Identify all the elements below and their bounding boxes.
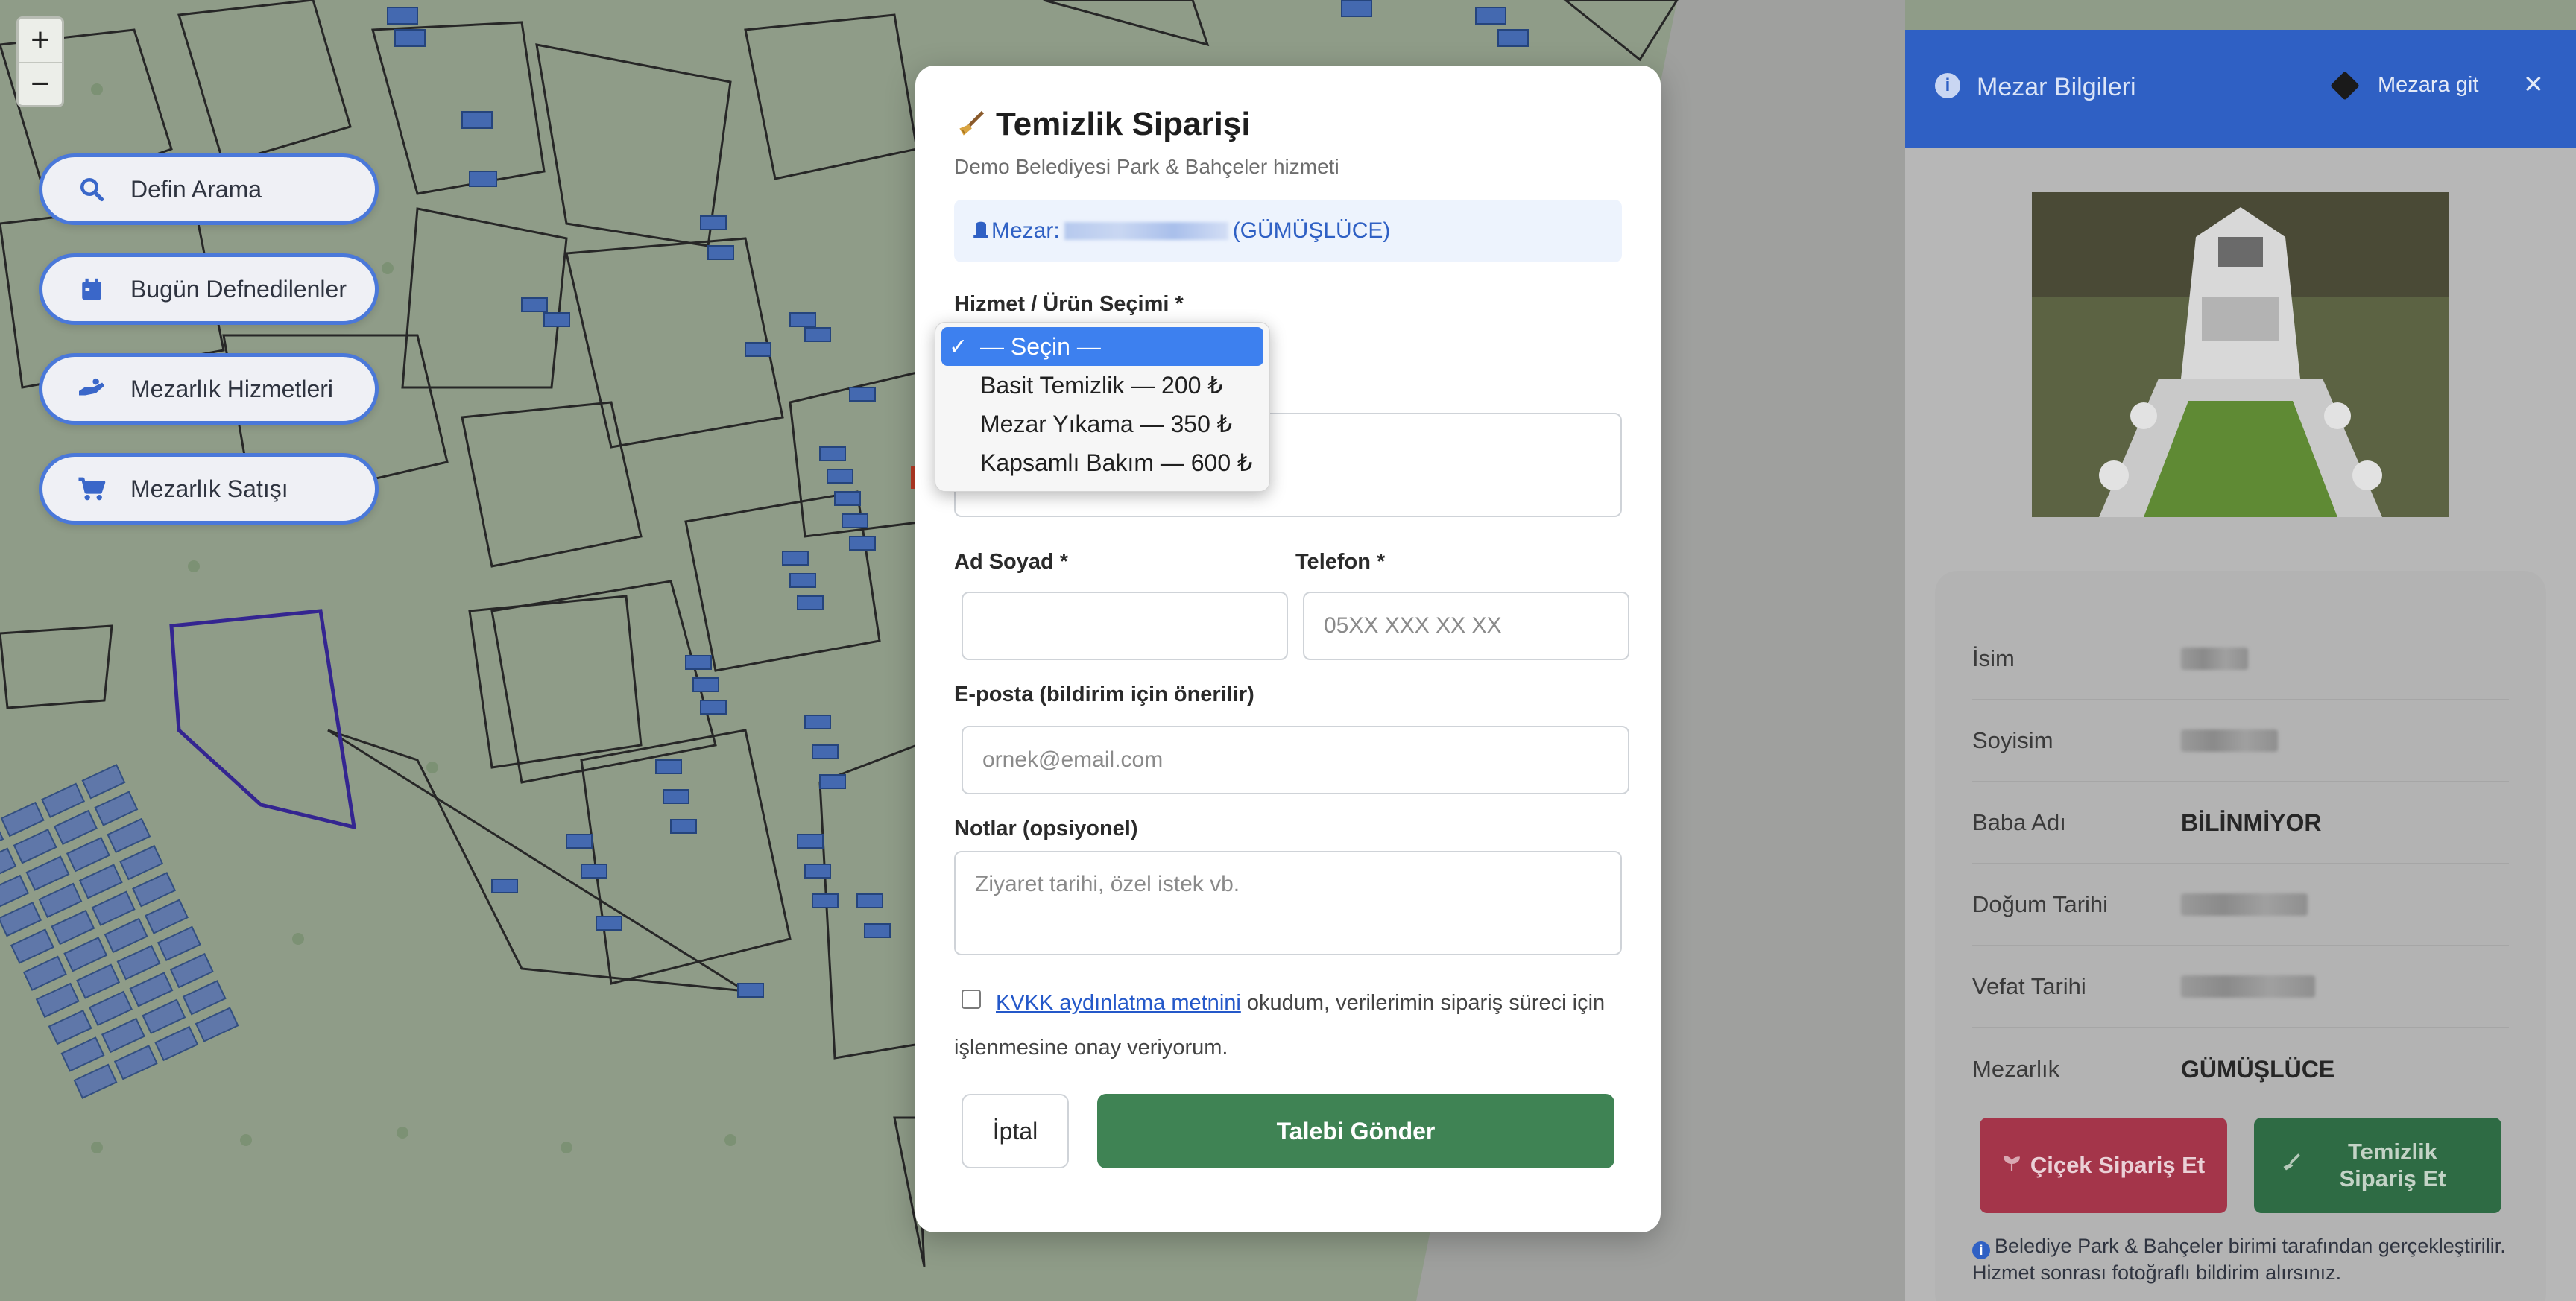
calendar-icon [75, 273, 108, 306]
bugun-defnedilenler-label: Bugün Defnedilenler [130, 275, 347, 303]
dropdown-option-label: Mezar Yıkama — 350 ₺ [980, 411, 1233, 437]
email-input[interactable]: ornek@email.com [962, 726, 1629, 794]
detail-value: GÜMÜŞLÜCE [2181, 1055, 2335, 1083]
panel-header: i Mezar Bilgileri Mezara git × [1905, 30, 2576, 148]
broom-icon [2281, 1152, 2302, 1179]
defin-arama-label: Defin Arama [130, 175, 262, 203]
redacted-grave-name [1064, 222, 1228, 240]
cleaning-order-modal: Temizlik Siparişi Demo Belediyesi Park &… [915, 66, 1661, 1232]
close-icon[interactable]: × [2524, 66, 2543, 103]
go-to-grave-button[interactable]: Mezara git [2330, 70, 2479, 101]
flower-order-button[interactable]: Çiçek Sipariş Et [1980, 1118, 2227, 1213]
zoom-in-button[interactable]: + [19, 19, 62, 62]
mezarlik-hizmetleri-label: Mezarlık Hizmetleri [130, 375, 334, 402]
detail-row-surname: Soyisim [1972, 700, 2509, 782]
notes-label: Notlar (opsiyonel) [954, 817, 1138, 841]
detail-key: Doğum Tarihi [1972, 891, 2109, 917]
cancel-button[interactable]: İptal [962, 1094, 1069, 1168]
hand-service-icon [75, 373, 108, 405]
detail-key: İsim [1972, 645, 2015, 671]
kvkk-link[interactable]: KVKK aydınlatma metnini [996, 991, 1241, 1015]
detail-key: Mezarlık [1972, 1056, 2060, 1082]
dropdown-option-label: Kapsamlı Bakım — 600 ₺ [980, 449, 1253, 476]
kvkk-checkbox[interactable] [962, 990, 981, 1009]
service-note: i Belediye Park & Bahçeler birimi tarafın… [1972, 1232, 2539, 1286]
info-icon: i [1972, 1241, 1990, 1259]
search-icon [75, 173, 108, 206]
panel-title: Mezar Bilgileri [1977, 73, 2136, 101]
mezarlik-satisi-label: Mezarlık Satışı [130, 475, 288, 502]
info-icon: i [1935, 73, 1960, 98]
dropdown-option-full-care[interactable]: Kapsamlı Bakım — 600 ₺ [941, 443, 1263, 482]
bugun-defnedilenler-button[interactable]: Bugün Defnedilenler [39, 253, 379, 325]
detail-value: BİLİNMİYOR [2181, 808, 2322, 836]
grave-photo [2032, 192, 2449, 517]
zoom-out-button[interactable]: − [19, 62, 62, 105]
directions-icon [2330, 70, 2360, 101]
redacted-value [2181, 893, 2308, 916]
detail-row-name: İsim [1972, 618, 2509, 700]
mezarlik-satisi-button[interactable]: Mezarlık Satışı [39, 453, 379, 525]
mezarlik-hizmetleri-button[interactable]: Mezarlık Hizmetleri [39, 353, 379, 425]
grave-info-panel: i Mezar Bilgileri Mezara git × İsim Soyi… [1905, 30, 2576, 1301]
detail-key: Baba Adı [1972, 809, 2066, 835]
modal-title-text: Temizlik Siparişi [996, 106, 1251, 142]
detail-row-cemetery: Mezarlık GÜMÜŞLÜCE [1972, 1028, 2509, 1110]
service-label: Hizmet / Ürün Seçimi * [954, 292, 1184, 316]
redacted-value [2181, 975, 2315, 998]
submit-button[interactable]: Talebi Gönder [1097, 1094, 1614, 1168]
redacted-value [2181, 648, 2248, 670]
detail-key: Soyisim [1972, 727, 2053, 753]
dropdown-option-placeholder[interactable]: ✓ — Seçin — [941, 327, 1263, 366]
check-icon: ✓ [949, 334, 968, 359]
phone-input[interactable]: 05XX XXX XX XX [1303, 592, 1629, 660]
dropdown-option-label: Basit Temizlik — 200 ₺ [980, 372, 1223, 399]
selected-grave-banner: Mezar: (GÜMÜŞLÜCE) [954, 200, 1622, 262]
go-to-grave-label: Mezara git [2378, 73, 2479, 97]
kvkk-consent: KVKK aydınlatma metnini okudum, verileri… [954, 981, 1632, 1070]
name-input[interactable] [962, 592, 1288, 660]
detail-row-death: Vefat Tarihi [1972, 946, 2509, 1028]
service-note-text: Belediye Park & Bahçeler birimi tarafınd… [1972, 1235, 2506, 1284]
flower-order-label: Çiçek Sipariş Et [2030, 1152, 2206, 1178]
email-label: E-posta (bildirim için önerilir) [954, 683, 1254, 706]
dropdown-option-grave-washing[interactable]: Mezar Yıkama — 350 ₺ [941, 405, 1263, 443]
phone-label: Telefon * [1295, 550, 1386, 574]
grave-cemetery: (GÜMÜŞLÜCE) [1232, 218, 1391, 243]
defin-arama-button[interactable]: Defin Arama [39, 153, 379, 225]
notes-textarea[interactable]: Ziyaret tarihi, özel istek vb. [954, 851, 1622, 955]
sprout-icon [2002, 1152, 2021, 1179]
detail-row-father: Baba Adı BİLİNMİYOR [1972, 782, 2509, 864]
service-dropdown-list: ✓ — Seçin — Basit Temizlik — 200 ₺ Mezar… [935, 322, 1270, 492]
name-label: Ad Soyad * [954, 550, 1069, 574]
detail-row-birth: Doğum Tarihi [1972, 864, 2509, 946]
redacted-value [2181, 729, 2278, 752]
dropdown-option-basic-cleaning[interactable]: Basit Temizlik — 200 ₺ [941, 366, 1263, 405]
clean-order-label: Temizlik Sipariş Et [2339, 1139, 2446, 1191]
detail-key: Vefat Tarihi [1972, 973, 2086, 999]
tombstone-icon [973, 218, 988, 244]
grave-prefix: Mezar: [991, 218, 1060, 243]
clean-order-button[interactable]: Temizlik Sipariş Et [2254, 1118, 2501, 1213]
zoom-control: + − [16, 16, 64, 107]
modal-subtitle: Demo Belediyesi Park & Bahçeler hizmeti [954, 155, 1339, 178]
dropdown-option-label: — Seçin — [980, 332, 1101, 360]
cart-icon [75, 472, 108, 505]
modal-title: Temizlik Siparişi [954, 106, 1251, 143]
broom-icon [954, 108, 987, 141]
